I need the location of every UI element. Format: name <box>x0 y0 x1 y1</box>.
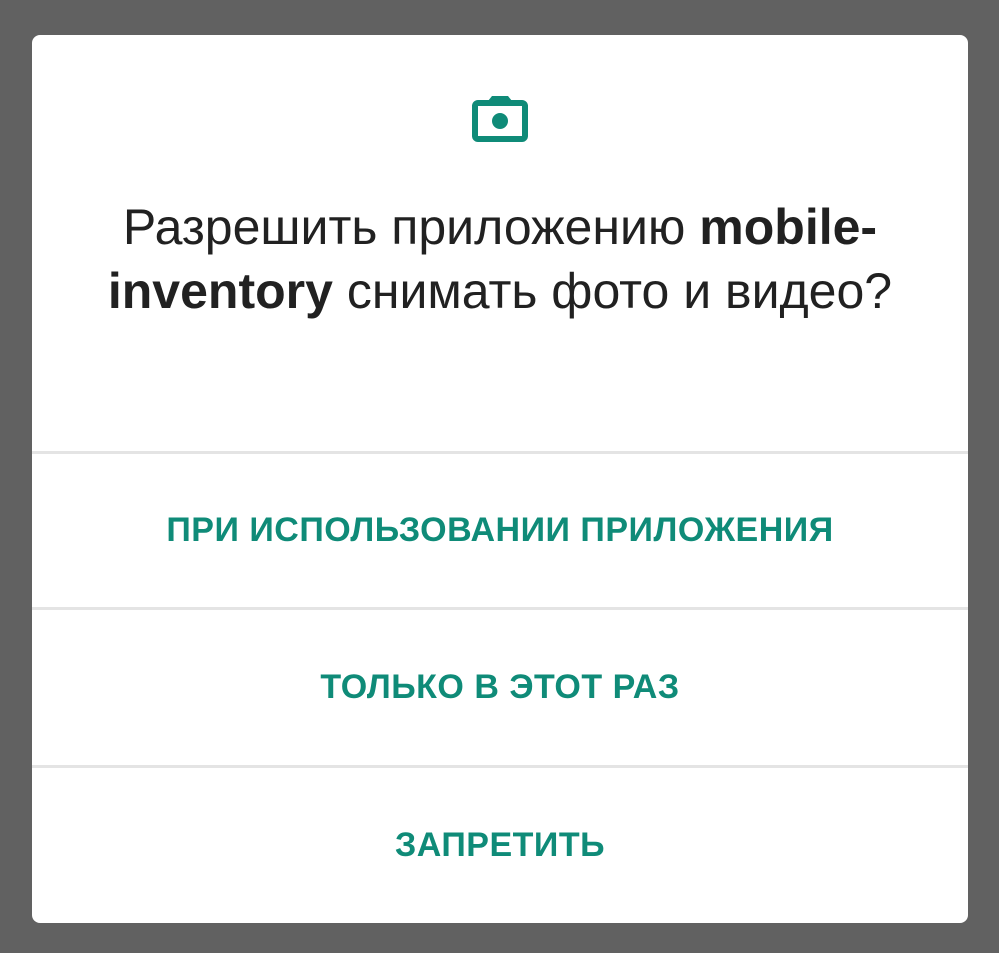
deny-button[interactable]: ЗАПРЕТИТЬ <box>32 768 968 923</box>
permission-dialog: Разрешить приложению mobile-inventory сн… <box>32 35 968 923</box>
dialog-header: Разрешить приложению mobile-inventory сн… <box>32 35 968 452</box>
camera-icon <box>472 95 528 143</box>
permission-title: Разрешить приложению mobile-inventory сн… <box>92 195 908 323</box>
title-suffix: снимать фото и видео? <box>346 263 893 319</box>
allow-while-using-button[interactable]: ПРИ ИСПОЛЬЗОВАНИИ ПРИЛОЖЕНИЯ <box>32 454 968 607</box>
allow-once-button[interactable]: ТОЛЬКО В ЭТОТ РАЗ <box>32 610 968 765</box>
title-prefix: Разрешить приложению <box>122 199 686 255</box>
